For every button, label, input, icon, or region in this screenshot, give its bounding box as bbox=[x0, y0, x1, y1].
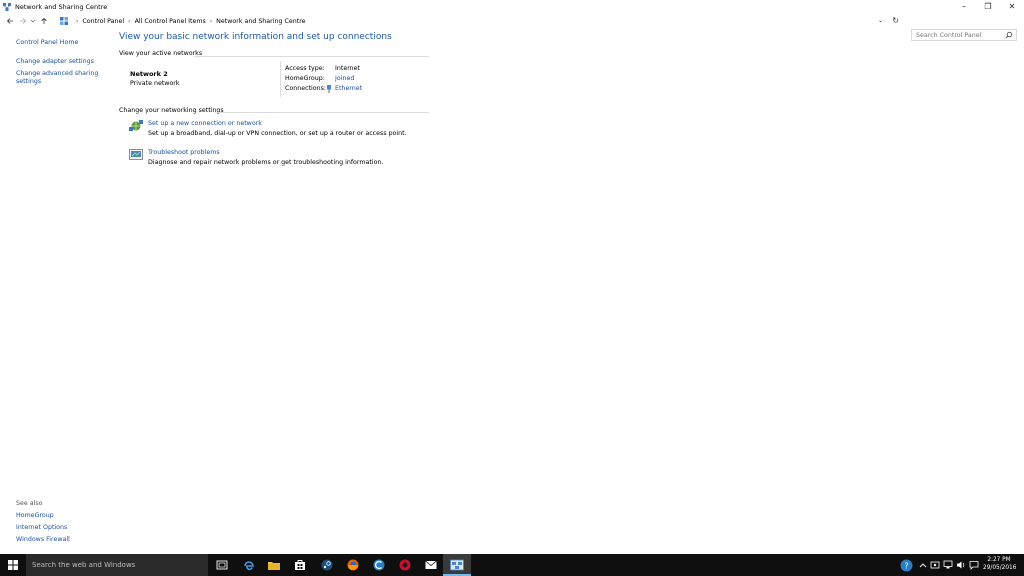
left-pane: Control Panel Home Change adapter settin… bbox=[0, 28, 112, 553]
refresh-icon[interactable]: ↻ bbox=[892, 16, 899, 25]
troubleshoot-problems-link[interactable]: Troubleshoot problems bbox=[148, 149, 220, 156]
tray-app-icon[interactable] bbox=[929, 559, 941, 571]
new-connection-icon bbox=[129, 120, 143, 131]
notifications-icon[interactable] bbox=[968, 559, 980, 571]
breadcrumb-control-panel[interactable]: Control Panel bbox=[82, 18, 124, 25]
troubleshoot-description: Diagnose and repair network problems or … bbox=[148, 159, 384, 166]
clock-time: 2:27 PM bbox=[987, 557, 1011, 563]
see-also-homegroup-link[interactable]: HomeGroup bbox=[16, 512, 104, 520]
start-button[interactable] bbox=[0, 554, 26, 576]
up-button[interactable] bbox=[37, 15, 50, 28]
ccleaner-icon[interactable] bbox=[371, 557, 387, 573]
divider bbox=[280, 61, 281, 97]
change-adapter-settings-link[interactable]: Change adapter settings bbox=[16, 58, 104, 66]
clock-date: 29/05/2016 bbox=[983, 565, 1017, 571]
forward-button[interactable] bbox=[16, 15, 29, 28]
forward-arrow-icon bbox=[19, 18, 26, 24]
media-app-icon[interactable] bbox=[397, 557, 413, 573]
ethernet-connection-link[interactable]: Ethernet bbox=[335, 85, 362, 92]
connections-label: Connections: bbox=[285, 85, 327, 92]
breadcrumb-separator-icon: › bbox=[128, 17, 131, 25]
back-button[interactable] bbox=[3, 15, 16, 28]
homegroup-joined-link[interactable]: Joined bbox=[335, 75, 354, 82]
edge-browser-icon[interactable] bbox=[241, 557, 257, 573]
store-icon[interactable] bbox=[292, 557, 308, 573]
recent-locations-button[interactable] bbox=[29, 15, 37, 28]
divider bbox=[194, 56, 429, 57]
address-bar[interactable]: › Control Panel › All Control Panel Item… bbox=[56, 14, 906, 28]
steam-icon[interactable] bbox=[319, 557, 335, 573]
breadcrumb-network-sharing[interactable]: Network and Sharing Centre bbox=[216, 18, 305, 25]
file-explorer-icon[interactable] bbox=[266, 557, 282, 573]
change-advanced-sharing-link[interactable]: Change advanced sharing settings bbox=[16, 70, 104, 86]
network-name: Network 2 bbox=[130, 70, 168, 78]
network-tray-icon[interactable] bbox=[942, 559, 954, 571]
ethernet-icon bbox=[327, 85, 331, 93]
homegroup-label: HomeGroup: bbox=[285, 75, 325, 82]
access-type-value: Internet bbox=[335, 65, 361, 72]
taskbar: Search the web and Windows ? 2:27 PM 29/… bbox=[0, 554, 1024, 576]
see-also-label: See also bbox=[16, 500, 43, 507]
clock[interactable]: 2:27 PM 29/05/2016 bbox=[983, 556, 1017, 572]
see-also-windows-firewall-link[interactable]: Windows Firewall bbox=[16, 536, 104, 544]
back-arrow-icon bbox=[6, 18, 13, 24]
setup-connection-link[interactable]: Set up a new connection or network bbox=[148, 120, 262, 127]
address-row: › Control Panel › All Control Panel Item… bbox=[0, 14, 1024, 41]
control-panel-home-link[interactable]: Control Panel Home bbox=[16, 39, 104, 47]
help-icon[interactable]: ? bbox=[899, 558, 913, 572]
search-icon[interactable] bbox=[1005, 31, 1013, 39]
title-bar: Network and Sharing Centre – ❐ ✕ bbox=[0, 0, 1024, 13]
volume-icon[interactable] bbox=[955, 559, 967, 571]
taskbar-search-box[interactable]: Search the web and Windows bbox=[26, 554, 208, 576]
breadcrumb-separator-icon: › bbox=[76, 17, 79, 25]
network-type-link[interactable]: Private network bbox=[130, 80, 180, 87]
window-title: Network and Sharing Centre bbox=[15, 2, 108, 11]
see-also-internet-options-link[interactable]: Internet Options bbox=[16, 524, 104, 532]
control-panel-icon bbox=[60, 17, 68, 25]
network-app-icon bbox=[3, 2, 11, 11]
close-button[interactable]: ✕ bbox=[1000, 0, 1024, 13]
breadcrumb-separator-icon: › bbox=[209, 17, 213, 25]
chevron-down-icon bbox=[30, 19, 36, 23]
minimize-button[interactable]: – bbox=[952, 0, 976, 13]
active-networks-heading: View your active networks bbox=[119, 50, 203, 57]
windows-logo-icon bbox=[8, 560, 18, 570]
setup-connection-description: Set up a broadband, dial-up or VPN conne… bbox=[148, 130, 407, 137]
mail-icon[interactable] bbox=[423, 557, 439, 573]
search-input[interactable]: Search Control Panel bbox=[916, 32, 981, 39]
show-hidden-icons-icon[interactable] bbox=[917, 559, 929, 571]
page-title: View your basic network information and … bbox=[119, 32, 392, 42]
breadcrumb-all-items[interactable]: All Control Panel Items bbox=[135, 18, 206, 25]
access-type-label: Access type: bbox=[285, 65, 325, 72]
troubleshoot-icon bbox=[129, 149, 143, 160]
restore-button[interactable]: ❐ bbox=[976, 0, 1000, 13]
up-arrow-icon bbox=[40, 17, 47, 24]
search-box[interactable]: Search Control Panel bbox=[911, 29, 1017, 41]
task-view-icon[interactable] bbox=[214, 557, 230, 573]
svg-text:?: ? bbox=[904, 561, 908, 570]
control-panel-taskbar-icon[interactable] bbox=[449, 557, 465, 573]
divider bbox=[215, 112, 429, 113]
firefox-icon[interactable] bbox=[345, 557, 361, 573]
taskbar-search-input[interactable]: Search the web and Windows bbox=[32, 561, 135, 569]
networking-settings-heading: Change your networking settings bbox=[119, 107, 224, 114]
address-dropdown-icon[interactable]: ⌄ bbox=[878, 17, 883, 24]
